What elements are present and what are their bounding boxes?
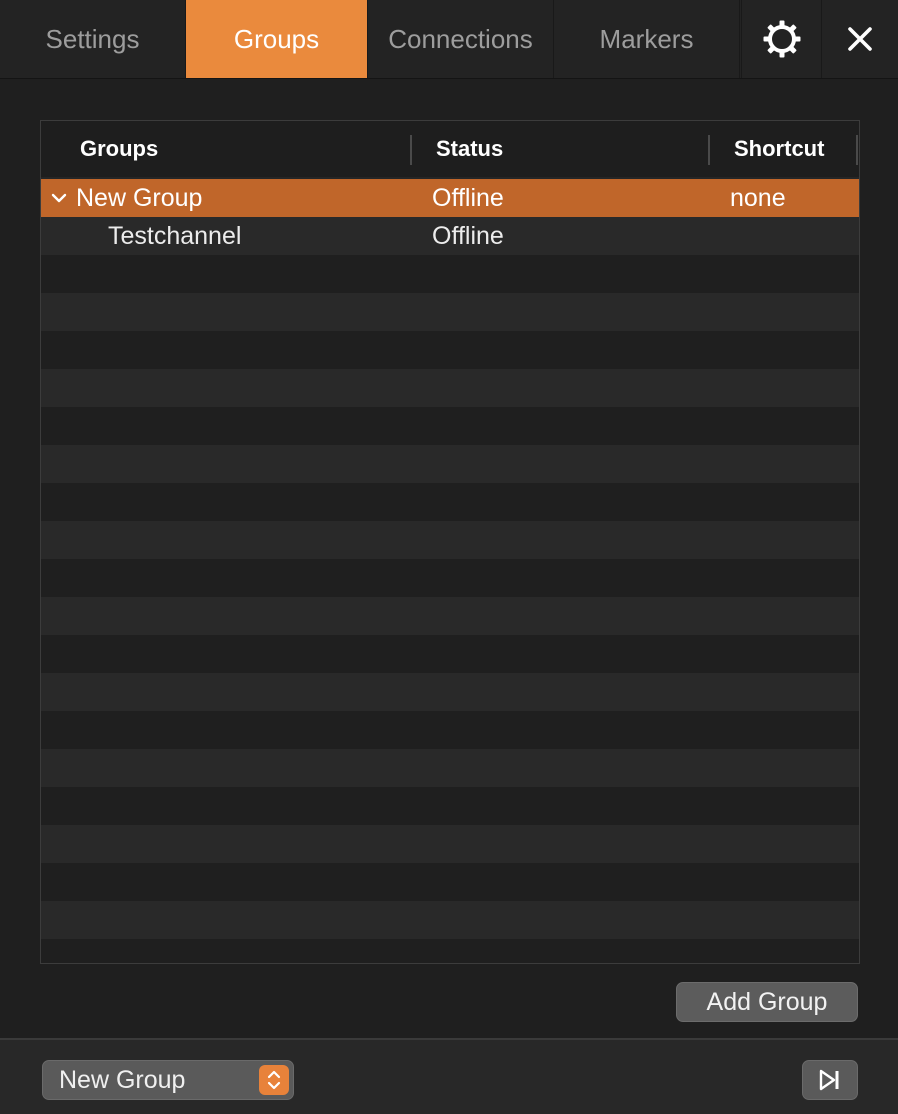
empty-row xyxy=(41,521,859,559)
empty-row xyxy=(41,711,859,749)
column-header-shortcut-label: Shortcut xyxy=(734,136,825,161)
channel-status: Offline xyxy=(432,221,504,250)
empty-row xyxy=(41,483,859,521)
group-name: New Group xyxy=(76,183,203,212)
groups-table: Groups Status Shortcut New Group Offline xyxy=(40,120,860,964)
column-divider[interactable] xyxy=(410,135,412,165)
empty-row xyxy=(41,673,859,711)
empty-row xyxy=(41,901,859,939)
close-button[interactable] xyxy=(821,0,898,78)
tab-settings[interactable]: Settings xyxy=(0,0,186,78)
empty-row xyxy=(41,369,859,407)
table-body: New Group Offline none Testchannel Offli… xyxy=(41,179,859,963)
group-select-value: New Group xyxy=(59,1065,186,1094)
empty-row xyxy=(41,749,859,787)
tab-markers-label: Markers xyxy=(599,23,694,54)
column-header-shortcut[interactable]: Shortcut xyxy=(734,121,824,177)
groups-window: Settings Groups Connections Markers Grou… xyxy=(0,0,898,1114)
empty-row xyxy=(41,331,859,369)
gear-icon xyxy=(763,20,800,58)
empty-row xyxy=(41,787,859,825)
column-divider[interactable] xyxy=(856,135,858,165)
group-status: Offline xyxy=(432,183,504,212)
table-header: Groups Status Shortcut xyxy=(41,121,859,177)
tab-settings-label: Settings xyxy=(45,23,140,54)
column-header-status[interactable]: Status xyxy=(436,121,503,177)
empty-row xyxy=(41,597,859,635)
add-group-button[interactable]: Add Group xyxy=(676,982,858,1022)
skip-forward-button[interactable] xyxy=(802,1060,858,1100)
close-icon xyxy=(848,27,872,51)
column-header-status-label: Status xyxy=(436,136,504,161)
column-divider[interactable] xyxy=(708,135,710,165)
skip-forward-icon xyxy=(819,1069,839,1091)
group-select[interactable]: New Group xyxy=(42,1060,294,1100)
empty-row xyxy=(41,825,859,863)
column-header-groups-label: Groups xyxy=(80,136,159,161)
table-row-testchannel[interactable]: Testchannel Offline xyxy=(41,217,859,255)
empty-row xyxy=(41,293,859,331)
footer-bar: New Group xyxy=(0,1038,898,1114)
group-shortcut[interactable]: none xyxy=(730,179,786,217)
add-group-label: Add Group xyxy=(706,987,828,1016)
tab-bar: Settings Groups Connections Markers xyxy=(0,0,898,79)
empty-row xyxy=(41,863,859,901)
tab-groups[interactable]: Groups xyxy=(186,0,368,78)
tab-connections-label: Connections xyxy=(388,23,533,54)
empty-row xyxy=(41,255,859,293)
empty-row xyxy=(41,559,859,597)
empty-row xyxy=(41,407,859,445)
channel-name: Testchannel xyxy=(108,221,242,250)
tab-markers[interactable]: Markers xyxy=(554,0,740,78)
empty-row xyxy=(41,635,859,673)
empty-row xyxy=(41,939,859,963)
column-header-groups[interactable]: Groups xyxy=(80,121,158,177)
settings-button[interactable] xyxy=(741,0,821,78)
empty-row xyxy=(41,445,859,483)
up-down-stepper-icon xyxy=(259,1065,289,1095)
tab-groups-label: Groups xyxy=(233,23,320,54)
table-row-new-group[interactable]: New Group Offline none xyxy=(41,179,859,217)
chevron-down-icon[interactable] xyxy=(49,179,69,217)
tab-connections[interactable]: Connections xyxy=(368,0,554,78)
